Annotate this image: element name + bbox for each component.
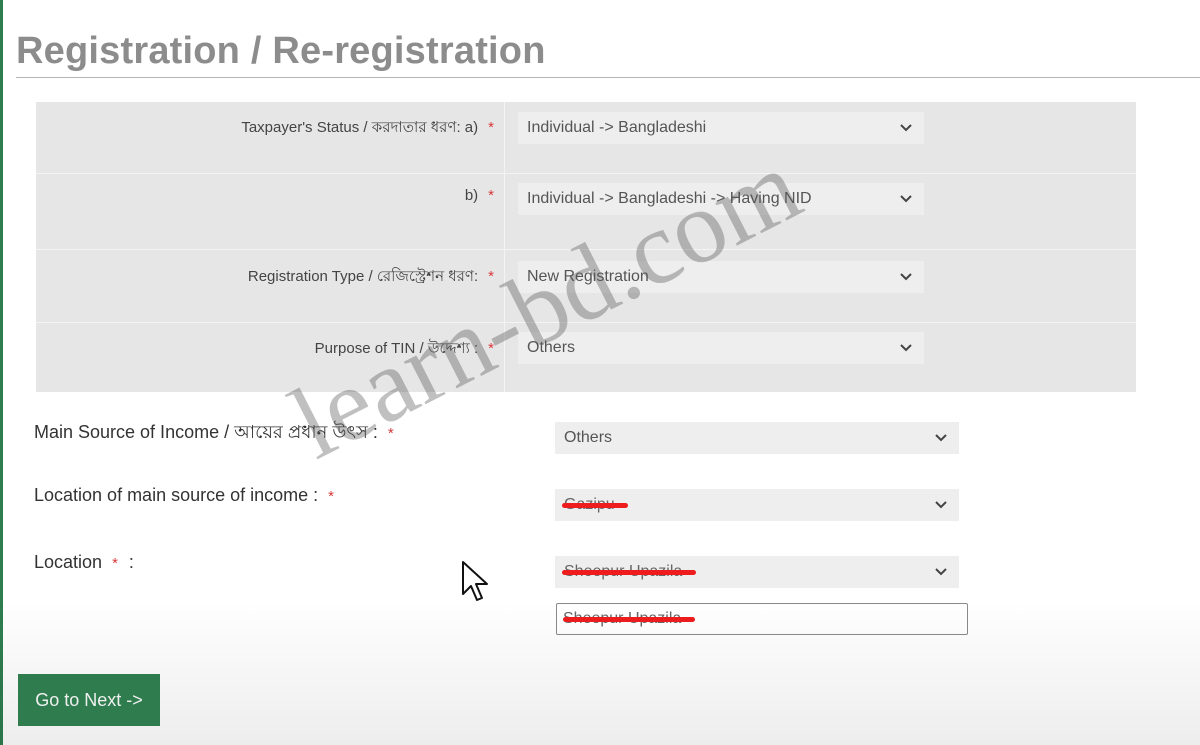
taxpayer-status-value: Individual -> Bangladeshi (527, 119, 707, 136)
location-select[interactable]: Sheepur Upazila (555, 556, 959, 588)
chevron-down-icon (899, 113, 913, 143)
main-source-select[interactable]: Others (555, 422, 959, 454)
main-source-label: Main Source of Income / আয়ের প্রধান উৎস… (34, 422, 394, 442)
mouse-cursor-icon (462, 561, 488, 601)
location-main-source-select[interactable]: Gazipu (555, 489, 959, 521)
taxpayer-substatus-label: b) * (464, 187, 494, 204)
required-marker: * (488, 268, 494, 285)
chevron-down-icon (934, 557, 948, 587)
tin-purpose-select[interactable]: Others (518, 332, 924, 364)
required-marker: * (328, 488, 334, 505)
title-divider (16, 77, 1200, 78)
location-label: Location * : (34, 552, 134, 572)
tin-purpose-label: Purpose of TIN / উদ্দেশ্য : * (314, 340, 494, 357)
go-to-next-button[interactable]: Go to Next -> (18, 674, 160, 726)
redaction-scribble (562, 503, 628, 508)
required-marker: * (387, 425, 394, 442)
taxpayer-substatus-value: Individual -> Bangladeshi -> Having NID (527, 190, 812, 207)
required-marker: * (488, 187, 494, 204)
chevron-down-icon (934, 423, 948, 453)
taxpayer-status-select[interactable]: Individual -> Bangladeshi (518, 112, 924, 144)
taxpayer-substatus-row: b) * Individual -> Bangladeshi -> Having … (36, 173, 1136, 250)
chevron-down-icon (934, 490, 948, 520)
required-marker: * (488, 119, 494, 136)
redaction-scribble (562, 570, 696, 575)
tin-purpose-value: Others (527, 339, 576, 356)
required-marker: * (112, 555, 118, 572)
registration-type-label: Registration Type / রেজিস্ট্রেশন ধরণ: * (247, 268, 494, 285)
registration-type-row: Registration Type / রেজিস্ট্রেশন ধরণ: * N… (36, 249, 1136, 323)
main-source-value: Others (564, 429, 613, 446)
taxpayer-status-row: Taxpayer's Status / করদাতার ধরণ: a) * Ind… (36, 102, 1136, 174)
location-main-source-label: Location of main source of income : * (34, 485, 334, 505)
registration-type-select[interactable]: New Registration (518, 261, 924, 293)
taxpayer-grid: Taxpayer's Status / করদাতার ধরণ: a) * Ind… (36, 102, 1136, 392)
page-title: Registration / Re-registration (16, 30, 546, 72)
registration-type-value: New Registration (527, 268, 649, 285)
chevron-down-icon (899, 333, 913, 363)
chevron-down-icon (899, 262, 913, 292)
left-accent-bar (0, 0, 3, 745)
required-marker: * (488, 340, 494, 357)
taxpayer-substatus-select[interactable]: Individual -> Bangladeshi -> Having NID (518, 183, 924, 215)
chevron-down-icon (899, 184, 913, 214)
redaction-scribble (563, 617, 695, 622)
location-text-input[interactable]: Sheepur Upazila (556, 603, 968, 635)
tin-purpose-row: Purpose of TIN / উদ্দেশ্য : * Others (36, 322, 1136, 392)
taxpayer-status-label: Taxpayer's Status / করদাতার ধরণ: a) * (241, 119, 494, 136)
